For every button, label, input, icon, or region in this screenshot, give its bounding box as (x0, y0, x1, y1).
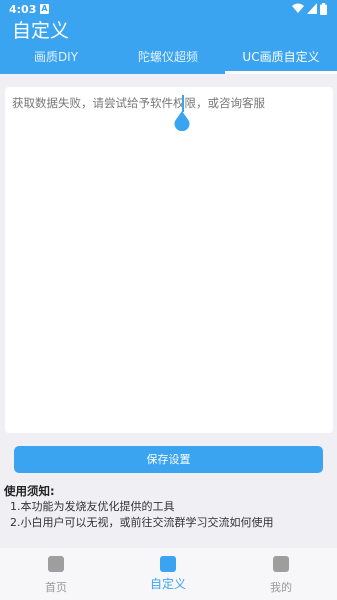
save-settings-button[interactable]: 保存设置 (14, 446, 323, 473)
tab-label: 陀螺仪超频 (137, 50, 198, 64)
home-icon (48, 556, 64, 572)
tab-uc-custom[interactable]: UC画质自定义 (225, 47, 337, 74)
config-text-area[interactable]: 获取数据失败，请尝试给予软件权限，或咨询客服 (5, 87, 333, 433)
usage-notes: 使用须知: 1.本功能为发烧友优化提供的工具 2.小白用户可以无视，或前往交流群… (4, 483, 334, 531)
notes-line: 2.小白用户可以无视，或前往交流群学习交流如何使用 (10, 516, 274, 529)
tab-bar: 画质DIY 陀螺仪超频 UC画质自定义 (0, 47, 337, 74)
wifi-icon (292, 3, 304, 13)
nav-label: 自定义 (149, 577, 186, 591)
tab-label: 画质DIY (33, 50, 79, 64)
signal-icon (307, 3, 317, 14)
cursor-handle-icon[interactable] (173, 111, 191, 131)
nav-label: 首页 (45, 581, 67, 594)
notes-heading: 使用须知: (4, 484, 55, 498)
app-bar: 4:03 A 自定义 画质DIY 陀螺仪超频 UC画质自定义 (0, 0, 337, 74)
nav-home[interactable]: 首页 (0, 548, 112, 600)
nav-profile[interactable]: 我的 (225, 548, 337, 600)
status-time: 4:03 (9, 3, 37, 16)
tab-label: UC画质自定义 (242, 50, 320, 64)
profile-icon (273, 556, 289, 572)
tab-indicator (225, 71, 337, 74)
config-text: 获取数据失败，请尝试给予软件权限，或咨询客服 (12, 96, 265, 110)
text-cursor (182, 95, 184, 112)
bottom-navigation: 首页 自定义 我的 (0, 548, 337, 600)
notification-icon: A (40, 4, 49, 14)
nav-custom[interactable]: 自定义 (112, 548, 224, 600)
status-bar: 4:03 A (0, 0, 337, 18)
tab-diy[interactable]: 画质DIY (0, 47, 112, 74)
notes-line: 1.本功能为发烧友优化提供的工具 (10, 500, 175, 513)
tab-gyroscope[interactable]: 陀螺仪超频 (112, 47, 224, 74)
custom-icon (160, 556, 176, 572)
battery-icon (320, 3, 327, 15)
page-title: 自定义 (12, 20, 70, 42)
nav-label: 我的 (270, 581, 292, 594)
